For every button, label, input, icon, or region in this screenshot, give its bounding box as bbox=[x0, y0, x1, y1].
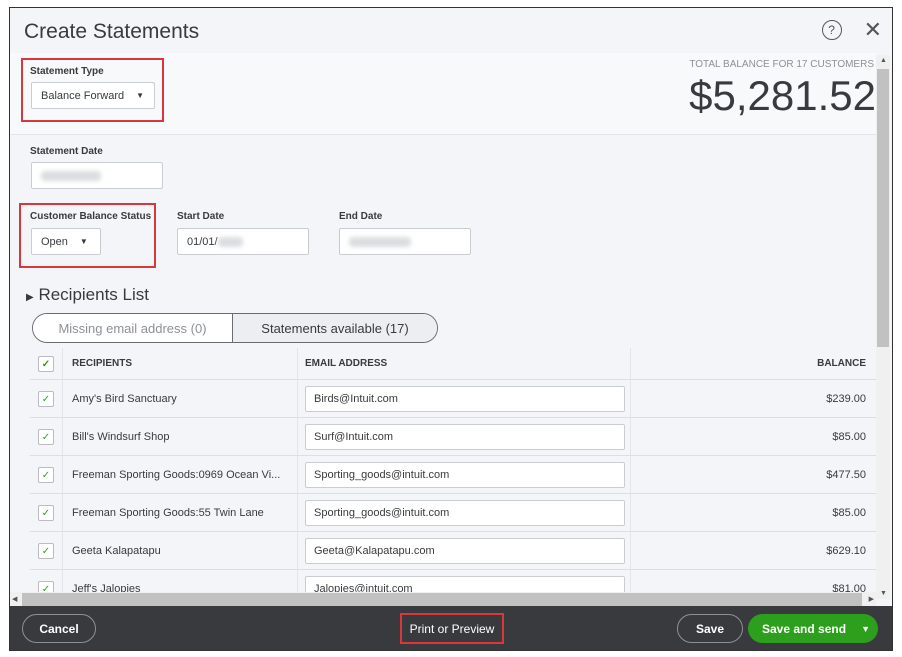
row-checkbox[interactable]: ✓ bbox=[38, 467, 54, 483]
select-all-checkbox[interactable]: ✓ bbox=[38, 356, 54, 372]
recipient-name: Geeta Kalapatapu bbox=[72, 544, 161, 557]
email-input[interactable]: Birds@Intuit.com bbox=[305, 385, 625, 412]
start-date-value: 01/01/ bbox=[187, 235, 218, 248]
recipient-name: Amy's Bird Sanctuary bbox=[72, 392, 177, 405]
vertical-scrollbar[interactable]: ▲ ▼ bbox=[876, 55, 890, 599]
email-value: Sporting_goods@intuit.com bbox=[314, 506, 450, 519]
recipient-filter-tabs: Missing email address (0) Statements ava… bbox=[32, 313, 438, 343]
tab-missing-email[interactable]: Missing email address (0) bbox=[33, 314, 233, 342]
email-input[interactable]: Sporting_goods@intuit.com bbox=[305, 461, 625, 488]
column-header-email: EMAIL ADDRESS bbox=[305, 358, 388, 369]
row-checkbox[interactable]: ✓ bbox=[38, 429, 54, 445]
caret-right-icon: ▶ bbox=[26, 292, 34, 303]
start-date-label: Start Date bbox=[177, 211, 225, 222]
highlight-box bbox=[21, 58, 164, 122]
email-value: Surf@Intuit.com bbox=[314, 430, 394, 443]
table-row: ✓ Freeman Sporting Goods:55 Twin Lane Sp… bbox=[30, 494, 876, 532]
tab-statements-available[interactable]: Statements available (17) bbox=[233, 314, 437, 342]
create-statements-dialog: Create Statements ? ✕ TOTAL BALANCE FOR … bbox=[9, 7, 893, 651]
balance-value: $85.00 bbox=[832, 430, 866, 443]
balance-value: $629.10 bbox=[826, 544, 866, 557]
balance-value: $85.00 bbox=[832, 506, 866, 519]
end-date-input[interactable] bbox=[339, 228, 471, 255]
table-row: ✓ Geeta Kalapatapu Geeta@Kalapatapu.com … bbox=[30, 532, 876, 570]
recipient-name: Bill's Windsurf Shop bbox=[72, 430, 170, 443]
dialog-title: Create Statements bbox=[24, 20, 200, 43]
statement-date-label: Statement Date bbox=[30, 146, 103, 157]
redacted-value bbox=[41, 170, 101, 181]
total-balance-label: TOTAL BALANCE FOR 17 CUSTOMERS bbox=[689, 59, 874, 70]
balance-value: $477.50 bbox=[826, 468, 866, 481]
email-value: Sporting_goods@intuit.com bbox=[314, 468, 450, 481]
end-date-label: End Date bbox=[339, 211, 383, 222]
row-checkbox[interactable]: ✓ bbox=[38, 391, 54, 407]
redacted-value bbox=[217, 236, 243, 247]
statement-date-input[interactable] bbox=[31, 162, 163, 189]
save-and-send-button[interactable]: Save and send ▼ bbox=[748, 614, 878, 643]
table-row: ✓ Bill's Windsurf Shop Surf@Intuit.com $… bbox=[30, 418, 876, 456]
row-checkbox[interactable]: ✓ bbox=[38, 543, 54, 559]
chevron-down-icon[interactable]: ▼ bbox=[861, 624, 870, 634]
print-or-preview-button[interactable]: Print or Preview bbox=[400, 613, 504, 644]
email-value: Geeta@Kalapatapu.com bbox=[314, 544, 435, 557]
column-header-balance: BALANCE bbox=[817, 358, 866, 369]
recipients-list-title: Recipients List bbox=[38, 285, 149, 304]
table-row: ✓ Amy's Bird Sanctuary Birds@Intuit.com … bbox=[30, 380, 876, 418]
footer-bar: Cancel Print or Preview Save Save and se… bbox=[10, 606, 892, 650]
recipients-list-toggle[interactable]: ▶ Recipients List bbox=[26, 285, 149, 305]
email-input[interactable]: Geeta@Kalapatapu.com bbox=[305, 537, 625, 564]
horizontal-scrollbar[interactable]: ◀ ▶ bbox=[10, 592, 876, 607]
row-checkbox[interactable]: ✓ bbox=[38, 505, 54, 521]
email-input[interactable]: Sporting_goods@intuit.com bbox=[305, 499, 625, 526]
recipient-name: Freeman Sporting Goods:0969 Ocean Vi... bbox=[72, 468, 281, 481]
start-date-input[interactable]: 01/01/ bbox=[177, 228, 309, 255]
save-button[interactable]: Save bbox=[677, 614, 743, 643]
table-header: ✓ RECIPIENTS EMAIL ADDRESS BALANCE bbox=[30, 348, 876, 380]
help-icon[interactable]: ? bbox=[821, 20, 842, 40]
balance-value: $239.00 bbox=[826, 392, 866, 405]
redacted-value bbox=[349, 236, 411, 247]
column-header-recipients: RECIPIENTS bbox=[72, 358, 133, 369]
email-value: Birds@Intuit.com bbox=[314, 392, 398, 405]
cancel-button[interactable]: Cancel bbox=[22, 614, 96, 643]
close-icon[interactable]: ✕ bbox=[864, 19, 882, 41]
recipient-name: Freeman Sporting Goods:55 Twin Lane bbox=[72, 506, 264, 519]
highlight-box bbox=[19, 203, 156, 268]
save-and-send-label: Save and send bbox=[762, 621, 847, 636]
table-row: ✓ Freeman Sporting Goods:0969 Ocean Vi..… bbox=[30, 456, 876, 494]
email-input[interactable]: Surf@Intuit.com bbox=[305, 423, 625, 450]
total-balance-amount: $5,281.52 bbox=[689, 72, 876, 119]
